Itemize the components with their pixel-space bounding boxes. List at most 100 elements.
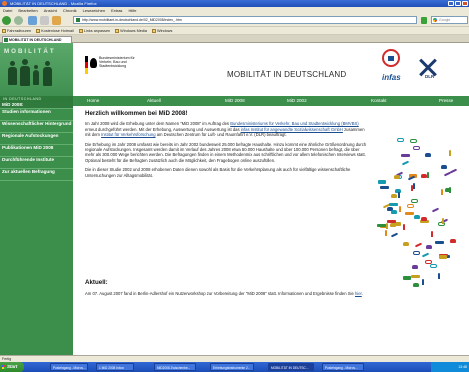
folder-icon [2,28,6,33]
taskbar-item[interactable]: MiD2008 Zwischenbe... [154,363,196,371]
start-button[interactable]: Start [0,362,24,372]
car-icon [425,244,432,249]
plane-icon [431,207,440,213]
menu-hilfe[interactable]: Hilfe [128,7,136,14]
welcome-heading: Herzlich willkommen bei MiD 2008! [85,110,188,117]
eagle-icon [90,58,97,68]
walker-icon [427,171,430,178]
sidebar: MOBILITÄT IN DEUTSCHLAND MiD 2008: Studi… [0,43,73,355]
person-icon [34,65,38,69]
dlr-institute-link[interactable]: Institut für Verkehrsforschung [101,132,155,137]
menu-bearbeiten[interactable]: Bearbeiten [18,7,37,14]
dlr-logo[interactable] [416,58,442,88]
top-navigation: Home Aktuell MiD 2008 MiD 2002 Kontakt P… [73,96,469,106]
plane-icon [421,252,430,258]
bookmark-item[interactable]: Kostenlose Hotmail [36,27,74,34]
bookmark-label: Windows Media [120,28,147,33]
system-tray: 13:48 [431,362,469,372]
folder-icon [151,28,156,33]
bmvbs-link[interactable]: Bundesministeriums für Verkehr, Bau und … [230,121,358,126]
traffic-illustration [374,117,466,297]
bookmark-item[interactable]: Fahrradtouren [2,27,31,34]
walker-icon [412,183,415,190]
taskbar-item[interactable]: 1 MiD 2008 Inbox [96,363,134,371]
menu-extras[interactable]: Extras [111,7,122,14]
news-paragraph: Am 07. August 2007 fand in Berlin-Adlers… [85,291,370,296]
sidebar-item-publikationen[interactable]: Publikationen MiD 2008 [0,145,73,157]
walker-icon [448,149,451,156]
taskbar-item-active[interactable]: MOBILITÄT IN DEUTSC... [268,363,314,371]
nav-presse[interactable]: Presse [439,96,453,106]
folder-icon [78,28,83,33]
go-button[interactable] [421,17,427,24]
menu-lesezeichen[interactable]: Lesezeichen [83,7,105,14]
home-icon[interactable] [52,16,61,25]
windows-logo-icon [2,365,6,369]
stop-icon[interactable] [40,16,49,25]
walker-icon [386,223,389,230]
status-bar: Fertig [0,355,469,362]
reload-icon[interactable] [28,16,37,25]
menu-ansicht[interactable]: Ansicht [44,7,57,14]
walker-icon [410,185,413,192]
search-input[interactable]: Google [431,16,468,24]
page-header: Bundesministerium für Verkehr, Bau und S… [73,43,469,96]
bike-icon [407,203,415,208]
news-link[interactable]: hier [355,291,362,296]
train-icon [411,274,421,278]
sidebar-item-regionale-aufstockungen[interactable]: Regionale Aufstockungen [0,133,73,145]
car-icon [420,173,427,178]
nav-kontakt[interactable]: Kontakt [371,96,387,106]
nav-home[interactable]: Home [87,96,99,106]
tab-mobilitaet[interactable]: MOBILITÄT IN DEUTSCHLAND [2,36,72,43]
menu-chronik[interactable]: Chronik [63,7,77,14]
sidebar-item-wissenschaftlicher-hintergrund[interactable]: Wissenschaftlicher Hintergrund [0,121,73,133]
url-field[interactable]: http://www.mobilitaet-in-deutschland.de/… [73,16,417,24]
status-text: Fertig [2,357,12,361]
train-icon [388,202,398,206]
bus-icon [402,276,411,281]
news-section: Aktuell: Am 07. August 2007 fand in Berl… [85,279,370,297]
walker-icon [399,205,402,212]
menu-datei[interactable]: Datei [3,7,12,14]
walker-icon [440,189,443,195]
ministry-logo[interactable]: Bundesministerium für Verkehr, Bau und S… [85,56,145,80]
nav-aktuell[interactable]: Aktuell [147,96,161,106]
clock[interactable]: 13:48 [458,365,467,369]
bookmark-item[interactable]: Links anpassen [78,27,110,34]
close-window-button[interactable] [462,1,468,6]
sidebar-item-institute[interactable]: Durchführende Institute [0,157,73,169]
window-titlebar: MOBILITÄT IN DEUTSCHLAND - Mozilla Firef… [0,0,469,7]
nav-mid2008[interactable]: MiD 2008 [225,96,245,106]
page-title: MOBILITÄT IN DEUTSCHLAND [227,70,347,79]
taskbar-item[interactable]: Posteingang - Micros... [50,363,88,371]
sidebar-item-befragung[interactable]: Zur aktuellen Befragung [0,169,73,181]
sidebar-item-mid2008[interactable]: MiD 2008: [0,102,73,109]
taskbar-item[interactable]: Erhebungsinstrumente 2.. [210,363,254,371]
windows-taskbar: Start Posteingang - Micros... 1 MiD 2008… [0,362,469,372]
nav-mid2002[interactable]: MiD 2002 [287,96,307,106]
infas-logo-text: infas [382,73,401,82]
navigation-toolbar: http://www.mobilitaet-in-deutschland.de/… [0,14,469,27]
taskbar-item[interactable]: Posteingang - Micros... [322,363,364,371]
bike-icon [396,138,404,143]
car-icon [391,193,398,198]
firefox-icon [2,1,7,6]
minimize-button[interactable] [448,1,454,6]
infas-link[interactable]: infas Institut für angewandte Sozialwiss… [241,127,343,132]
car-icon [413,214,420,219]
bookmark-label: Kostenlose Hotmail [41,28,74,33]
bike-icon [429,263,437,268]
walker-icon [438,273,441,280]
sidebar-item-studieninformationen[interactable]: Studien informationen [0,109,73,121]
maximize-button[interactable] [455,1,461,6]
bookmark-item[interactable]: Windows Media [115,27,147,34]
bookmark-item[interactable]: Windows [151,27,172,34]
car-icon [420,216,427,221]
infas-logo[interactable] [382,49,404,71]
start-label: Start [7,364,18,369]
back-button[interactable] [2,16,11,25]
ministry-name: Bundesministerium für Verkehr, Bau und S… [99,56,135,68]
forward-button[interactable] [14,16,23,25]
car-icon [394,175,401,180]
